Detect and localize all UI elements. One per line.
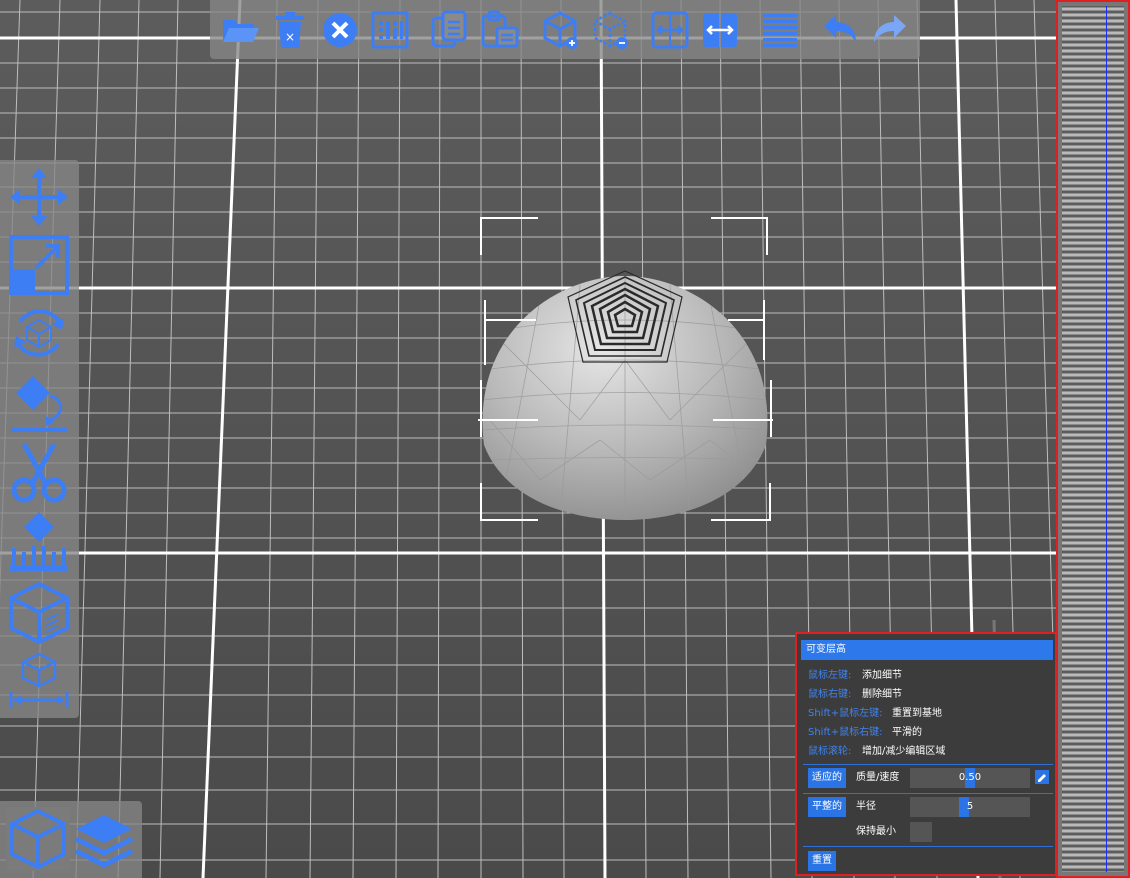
hint-row-2: 鼠标右键: 删除细节	[808, 688, 902, 702]
keep-min-label: 保持最小	[856, 826, 896, 837]
hint-row-3: Shift+鼠标左键: 重置到基地	[808, 707, 942, 721]
rotate-icon[interactable]	[6, 300, 72, 366]
hint-key: Shift+鼠标左键:	[808, 708, 883, 719]
open-folder-icon[interactable]	[220, 10, 260, 50]
add-model-icon[interactable]	[540, 10, 580, 50]
variable-layer-height-panel: 可变层高 鼠标左键: 添加细节 鼠标右键: 删除细节 Shift+鼠标左键: 重…	[795, 632, 1057, 876]
divider	[803, 764, 1053, 765]
radius-label: 半径	[856, 801, 876, 812]
move-icon[interactable]	[6, 164, 72, 230]
lay-flat-icon[interactable]	[6, 368, 72, 434]
hint-row-4: Shift+鼠标右键: 平滑的	[808, 726, 922, 740]
hollow-icon[interactable]	[6, 580, 72, 646]
hint-action: 添加细节	[862, 670, 902, 681]
adaptive-button[interactable]: 适应的	[808, 768, 846, 788]
edit-icon[interactable]	[1035, 770, 1049, 784]
radius-value: 5	[966, 801, 974, 812]
layer-slider[interactable]	[1056, 0, 1130, 878]
keep-min-checkbox[interactable]	[910, 822, 932, 842]
divider	[803, 846, 1053, 847]
view-switcher	[0, 801, 142, 878]
select-all-icon[interactable]	[370, 10, 410, 50]
arrange-icon[interactable]	[650, 10, 690, 50]
delete-trash-icon[interactable]: ×	[270, 10, 310, 50]
undo-icon[interactable]	[820, 10, 860, 50]
scale-icon[interactable]	[6, 232, 72, 298]
paste-icon[interactable]	[480, 10, 520, 50]
hint-key: 鼠标右键:	[808, 689, 852, 700]
quality-speed-slider[interactable]: 0.50	[910, 768, 1030, 788]
clear-all-icon[interactable]	[320, 10, 360, 50]
hint-row-5: 鼠标滚轮: 增加/减少编辑区域	[808, 745, 945, 759]
hint-row-1: 鼠标左键: 添加细节	[808, 669, 902, 683]
hint-action: 重置到基地	[892, 708, 942, 719]
layers-icon[interactable]	[760, 10, 800, 50]
hint-key: Shift+鼠标右键:	[808, 727, 883, 738]
model-view-icon[interactable]	[6, 807, 70, 871]
hint-action: 增加/减少编辑区域	[862, 746, 946, 757]
support-icon[interactable]	[6, 508, 72, 574]
smooth-button[interactable]: 平整的	[808, 797, 846, 817]
reset-button[interactable]: 重置	[808, 851, 836, 871]
layer-track[interactable]	[1062, 6, 1124, 872]
measure-icon[interactable]	[6, 648, 72, 714]
quality-speed-label: 质量/速度	[856, 772, 900, 783]
radius-slider[interactable]: 5	[910, 797, 1030, 817]
quality-speed-value: 0.50	[958, 772, 982, 783]
top-toolbar: ×	[210, 0, 920, 59]
redo-icon[interactable]	[870, 10, 910, 50]
copy-icon[interactable]	[430, 10, 470, 50]
cut-icon[interactable]	[6, 440, 72, 506]
hint-key: 鼠标滚轮:	[808, 746, 852, 757]
layer-view-icon[interactable]	[72, 807, 136, 871]
auto-layout-icon[interactable]	[700, 10, 740, 50]
left-toolbar	[0, 160, 79, 718]
svg-text:×: ×	[285, 30, 295, 44]
panel-title: 可变层高	[801, 640, 1053, 660]
hint-action: 平滑的	[892, 727, 922, 738]
split-model-icon[interactable]	[590, 10, 630, 50]
divider	[803, 793, 1053, 794]
hint-key: 鼠标左键:	[808, 670, 852, 681]
hint-action: 删除细节	[862, 689, 902, 700]
layer-marker	[1106, 6, 1107, 872]
